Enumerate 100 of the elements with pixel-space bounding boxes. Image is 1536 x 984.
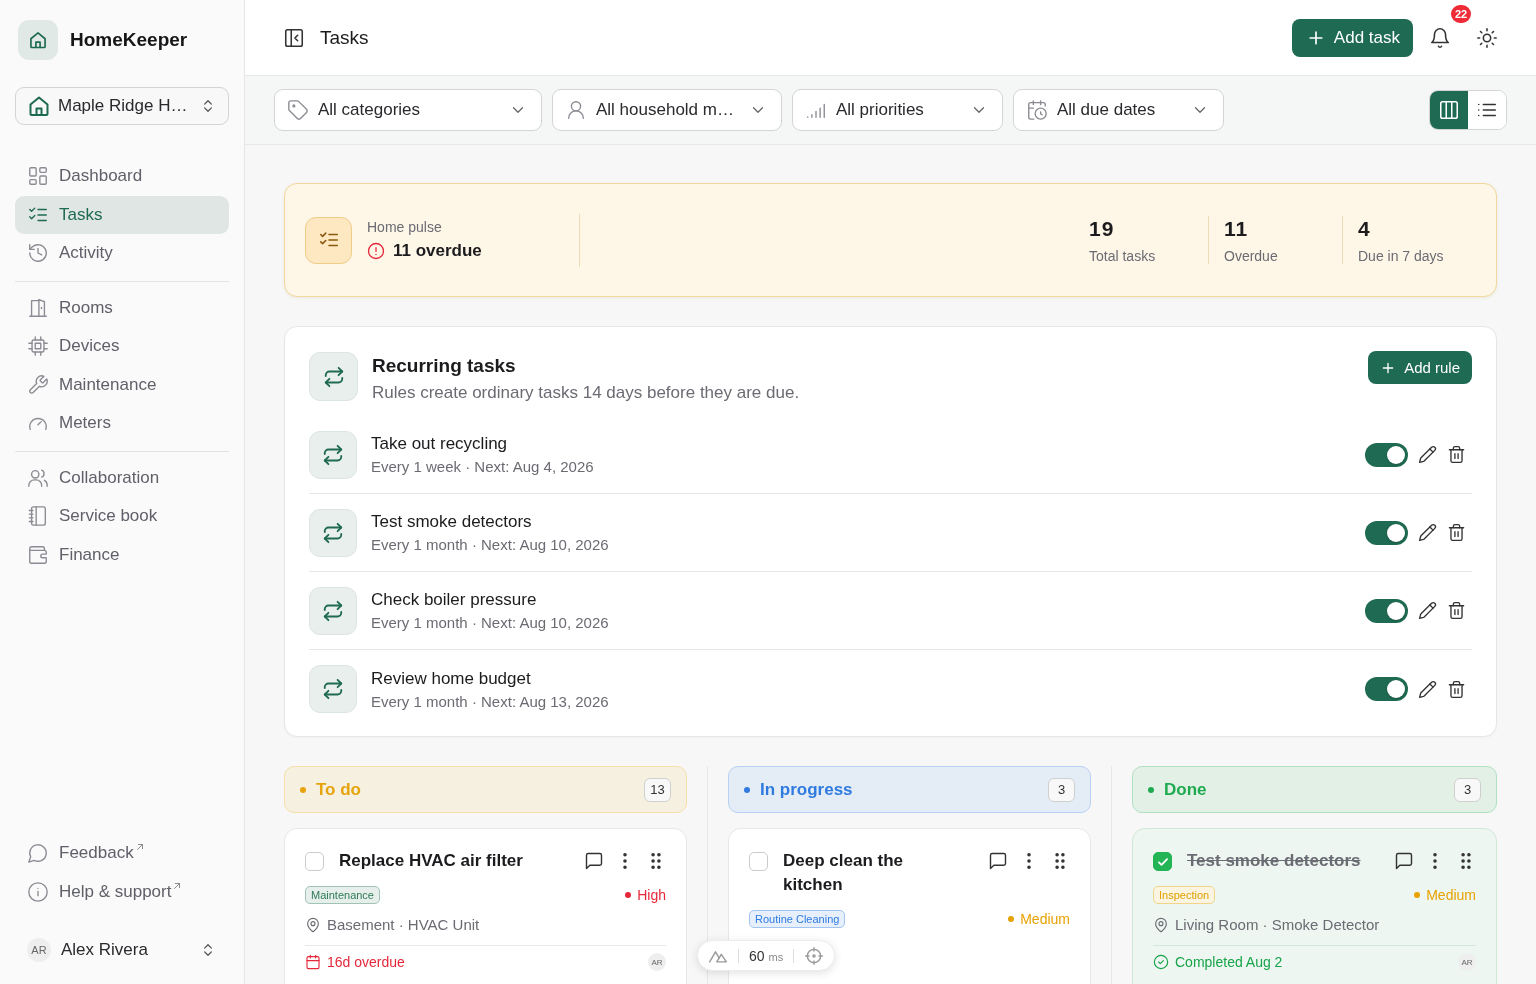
notebook-icon	[27, 505, 49, 528]
stat-value: 4	[1358, 216, 1372, 242]
toggle-switch[interactable]	[1365, 677, 1408, 701]
crosshair-icon[interactable]	[804, 945, 825, 966]
pencil-icon[interactable]	[1418, 601, 1437, 620]
priority-label: Medium	[1020, 911, 1070, 927]
pin-icon	[305, 916, 321, 933]
toggle-switch[interactable]	[1365, 520, 1408, 545]
property-selector[interactable]: Maple Ridge H…	[15, 87, 229, 125]
filter-dropdown[interactable]: All due dates	[1013, 89, 1224, 131]
wrench-icon	[27, 373, 49, 396]
alert-icon	[367, 242, 385, 260]
due-status: Completed Aug 2	[1175, 954, 1283, 970]
comment-icon[interactable]	[584, 851, 604, 871]
nav-item[interactable]: Rooms	[15, 288, 229, 327]
stat-label: Total tasks	[1089, 248, 1157, 264]
info-icon	[27, 880, 49, 903]
stat-label: Overdue	[1224, 248, 1279, 264]
speech-bubble-icon	[27, 842, 49, 865]
stat-label: Due in 7 days	[1358, 248, 1445, 264]
repeat-icon	[309, 665, 357, 713]
bell-icon[interactable]	[1429, 26, 1451, 49]
task-title: Deep clean the kitchen	[783, 850, 904, 896]
rule-schedule: Every 1 month · Next: Aug 10, 2026	[371, 614, 610, 631]
filter-dropdown[interactable]: All household m…	[552, 89, 782, 131]
user-name: Alex Rivera	[61, 940, 149, 960]
repeat-icon	[309, 430, 357, 479]
pin-icon	[1153, 916, 1169, 933]
sun-icon[interactable]	[1476, 26, 1498, 49]
checkbox[interactable]	[749, 852, 768, 871]
due-status: 16d overdue	[327, 954, 405, 970]
nav-item[interactable]: Maintenance	[15, 365, 229, 404]
toggle-switch[interactable]	[1365, 442, 1408, 467]
nav-item[interactable]: Collaboration	[15, 458, 229, 497]
comment-icon[interactable]	[988, 851, 1008, 871]
task-count: 3	[1048, 777, 1075, 802]
avatar: AR	[27, 938, 51, 962]
toggle-switch[interactable]	[1365, 598, 1408, 623]
pencil-icon[interactable]	[1418, 679, 1437, 699]
task-card[interactable]: Test smoke detectors Inspection Medium Living Room · Smoke Detector Completed Aug 2 AR	[1132, 828, 1497, 984]
stat-value: 11	[1224, 216, 1250, 242]
nav-item[interactable]: Dashboard	[15, 157, 229, 196]
nav-item[interactable]: Meters	[15, 404, 229, 443]
add-task-button[interactable]: Add task	[1291, 18, 1413, 57]
chip-icon	[27, 335, 49, 358]
summary-label: Home pulse	[367, 219, 443, 235]
repeat-icon	[309, 352, 358, 401]
nav-item[interactable]: Tasks	[15, 195, 229, 234]
sidebar-toggle-icon[interactable]	[283, 26, 305, 49]
task-card[interactable]: Replace HVAC air filter Maintenance High Basement · HVAC Unit 16d overdue AR	[284, 828, 687, 984]
nav-item[interactable]: Finance	[15, 535, 229, 574]
task-title: Replace HVAC air filter	[339, 850, 524, 872]
checklist-icon	[305, 216, 352, 264]
comment-icon[interactable]	[1394, 851, 1414, 871]
filter-dropdown[interactable]: All priorities	[792, 89, 1003, 131]
page-title: Tasks	[320, 26, 369, 49]
column-title: In progress	[760, 779, 853, 800]
trash-icon[interactable]	[1447, 523, 1466, 542]
category-tag: Inspection	[1153, 886, 1216, 904]
trash-icon[interactable]	[1447, 601, 1466, 620]
trash-icon[interactable]	[1447, 679, 1466, 699]
stat-value: 19	[1089, 216, 1116, 242]
check-circle-icon	[1153, 954, 1169, 970]
rule-schedule: Every 1 week · Next: Aug 4, 2026	[371, 458, 595, 475]
board-view-button[interactable]	[1430, 91, 1468, 129]
repeat-icon	[309, 508, 357, 557]
filter-dropdown[interactable]: All categories	[274, 89, 542, 131]
rule-name: Test smoke detectors	[371, 512, 533, 532]
column-title: To do	[316, 779, 361, 800]
rule-name: Take out recycling	[371, 434, 509, 454]
task-title: Test smoke detectors	[1187, 850, 1362, 872]
sidebar-link[interactable]: Help & support	[15, 872, 229, 911]
tag-icon	[287, 99, 309, 121]
rule-name: Review home budget	[371, 668, 532, 689]
columns-icon	[1438, 99, 1460, 121]
devtools-pill[interactable]: 60 ms	[697, 940, 836, 971]
external-link-icon	[134, 842, 145, 852]
wallet-icon	[27, 543, 49, 566]
nav-item[interactable]: Activity	[15, 234, 229, 273]
sidebar-link[interactable]: Feedback	[15, 834, 229, 873]
door-icon	[27, 296, 49, 319]
location-text: Basement · HVAC Unit	[327, 916, 480, 933]
notification-count: 22	[1449, 2, 1473, 25]
calendar-icon	[305, 954, 321, 970]
pencil-icon[interactable]	[1418, 445, 1437, 464]
checkbox[interactable]	[1153, 852, 1172, 871]
priority-label: High	[637, 887, 666, 903]
user-icon	[565, 99, 587, 121]
rule-schedule: Every 1 month · Next: Aug 13, 2026	[371, 692, 610, 710]
column-title: Done	[1164, 779, 1207, 800]
pencil-icon[interactable]	[1418, 523, 1437, 542]
avatar: AR	[1458, 953, 1476, 971]
trash-icon[interactable]	[1447, 445, 1466, 464]
nav-item[interactable]: Service book	[15, 497, 229, 536]
rule-name: Check boiler pressure	[371, 590, 538, 610]
checkbox[interactable]	[305, 852, 324, 871]
add-rule-button[interactable]: Add rule	[1368, 351, 1472, 384]
house-icon	[18, 20, 58, 60]
task-count: 3	[1454, 777, 1481, 802]
nav-item[interactable]: Devices	[15, 327, 229, 366]
